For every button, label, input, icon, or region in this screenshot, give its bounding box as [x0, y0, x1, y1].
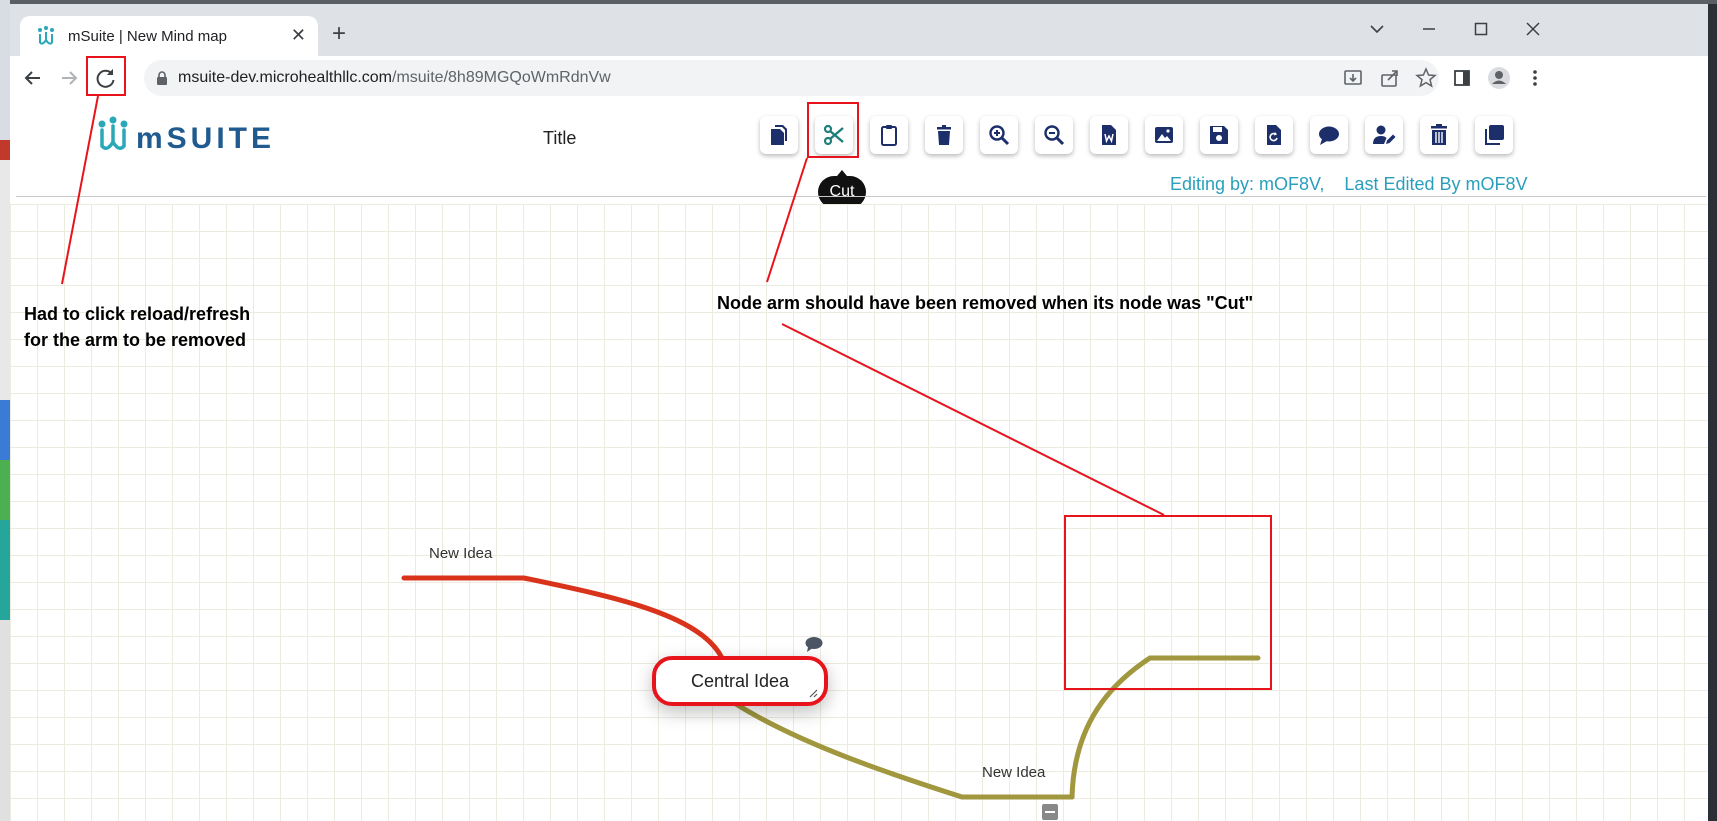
duplicate-button[interactable]: [1475, 116, 1513, 154]
reload-annotation: Had to click reload/refresh for the arm …: [24, 301, 250, 353]
tab-search-icon[interactable]: [1362, 14, 1392, 44]
reload-highlight-box: [86, 56, 126, 96]
left-node-label[interactable]: New Idea: [429, 545, 492, 562]
browser-menu-icon[interactable]: [1520, 63, 1550, 93]
orphan-arm-highlight-box: [1064, 515, 1272, 690]
cut-highlight-box: [807, 102, 859, 158]
central-idea-node[interactable]: Central Idea: [652, 656, 828, 706]
paste-icon: [881, 125, 897, 146]
image-export-icon: [1155, 127, 1173, 143]
reload-annotation-line1: Had to click reload/refresh: [24, 304, 251, 324]
reload-annotation-line2: for the arm to be removed: [24, 330, 247, 350]
paste-button[interactable]: [870, 116, 908, 154]
copy-button[interactable]: [760, 116, 798, 154]
last-edited-text: Last Edited By mOF8V: [1344, 174, 1528, 194]
profile-avatar-icon[interactable]: [1484, 63, 1514, 93]
delete-button[interactable]: [925, 116, 963, 154]
save-button[interactable]: [1200, 116, 1238, 154]
browser-window: mSuite | New Mind map ✕ + msuite-dev.mic…: [10, 4, 1708, 821]
maximize-icon[interactable]: [1466, 14, 1496, 44]
duplicate-icon: [1485, 125, 1504, 145]
collapse-node-icon[interactable]: [1042, 804, 1058, 820]
zoom-out-button[interactable]: [1035, 116, 1073, 154]
forward-icon[interactable]: [54, 63, 84, 93]
msuite-favicon-icon: [38, 26, 54, 45]
address-bar[interactable]: msuite-dev.microhealthllc.com/msuite/8h8…: [144, 60, 1439, 96]
msuite-logo[interactable]: mSUITE: [96, 114, 276, 158]
logo-text: mSUITE: [136, 122, 276, 155]
restore-icon: [1267, 125, 1281, 145]
tab-msuite[interactable]: mSuite | New Mind map ✕: [20, 16, 318, 56]
lock-icon: [157, 71, 167, 85]
zoom-out-icon: [1044, 125, 1065, 146]
save-icon: [1210, 126, 1228, 144]
word-export-icon: [1102, 125, 1116, 145]
right-node-arm: [733, 701, 1075, 800]
install-app-icon[interactable]: [1342, 67, 1364, 89]
zoom-in-button[interactable]: [980, 116, 1018, 154]
new-tab-button[interactable]: +: [332, 22, 346, 46]
export-image-button[interactable]: [1145, 116, 1183, 154]
desktop-background-left: [0, 0, 10, 821]
trash-button[interactable]: [1420, 116, 1458, 154]
comment-icon: [1319, 126, 1339, 145]
bookmark-star-icon[interactable]: [1415, 67, 1437, 89]
tab-title: mSuite | New Mind map: [68, 28, 227, 45]
window-close-icon[interactable]: [1518, 14, 1548, 44]
tab-strip: mSuite | New Mind map ✕ +: [10, 4, 1708, 56]
document-title[interactable]: Title: [543, 128, 576, 149]
user-edit-icon: [1373, 125, 1396, 144]
share-icon[interactable]: [1379, 67, 1401, 89]
back-icon[interactable]: [18, 63, 48, 93]
zoom-in-icon: [989, 125, 1010, 146]
user-edit-button[interactable]: [1365, 116, 1403, 154]
side-panel-icon[interactable]: [1447, 63, 1477, 93]
editing-by-text: Editing by: mOF8V,: [1170, 174, 1325, 194]
url-text: msuite-dev.microhealthllc.com/msuite/8h8…: [178, 69, 611, 87]
header-divider: [16, 196, 1706, 197]
right-node-label[interactable]: New Idea: [982, 764, 1045, 781]
resize-handle-icon[interactable]: [808, 688, 818, 698]
left-node-arm: [401, 575, 725, 661]
msuite-page: mSUITE Title Cut Editing by: mOF8V, Last…: [10, 100, 1708, 821]
central-idea-text: Central Idea: [690, 671, 790, 691]
copy-icon: [771, 125, 787, 145]
editing-status: Editing by: mOF8V, Last Edited By mOF8V: [1170, 174, 1528, 195]
node-comment-icon[interactable]: [805, 636, 823, 652]
browser-toolbar: msuite-dev.microhealthllc.com/msuite/8h8…: [10, 56, 1708, 100]
cut-annotation: Node arm should have been removed when i…: [717, 293, 1254, 313]
restore-button[interactable]: [1255, 116, 1293, 154]
tab-close-icon[interactable]: ✕: [291, 25, 306, 45]
msuite-logo-icon: [98, 116, 128, 150]
trash-icon: [1431, 124, 1447, 145]
minimize-icon[interactable]: [1414, 14, 1444, 44]
export-word-button[interactable]: [1090, 116, 1128, 154]
delete-icon: [937, 125, 951, 145]
url-path: /msuite/8h89MGQoWmRdnVw: [392, 69, 611, 86]
comment-button[interactable]: [1310, 116, 1348, 154]
url-host: msuite-dev.microhealthllc.com: [178, 69, 392, 86]
